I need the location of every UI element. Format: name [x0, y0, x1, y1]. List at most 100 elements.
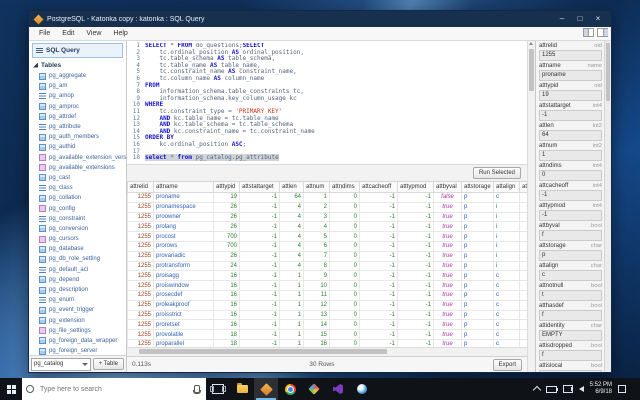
grid-cell[interactable]: true	[519, 280, 527, 291]
grid-cell[interactable]: -1	[239, 289, 280, 301]
postgres-app-button[interactable]	[254, 378, 278, 400]
grid-cell[interactable]: true	[433, 329, 462, 340]
grid-cell[interactable]: 1255	[127, 221, 154, 233]
column-header-attndims[interactable]: attndims	[329, 182, 360, 193]
grid-cell[interactable]: true	[433, 260, 462, 272]
grid-cell[interactable]: -1	[239, 319, 280, 331]
grid-cell[interactable]: 26	[213, 201, 240, 213]
tree-item[interactable]: pg_auth_members	[39, 132, 126, 142]
grid-cell[interactable]: -1	[239, 329, 280, 340]
grid-cell[interactable]: 0	[329, 280, 360, 291]
grid-cell[interactable]: -1	[359, 221, 398, 233]
grid-cell[interactable]: -1	[397, 270, 434, 282]
grid-cell[interactable]: 1255	[127, 270, 154, 282]
grid-cell[interactable]: 4	[279, 260, 304, 272]
grid-cell[interactable]: 1	[279, 319, 304, 331]
grid-cell[interactable]: 10	[303, 280, 330, 291]
grid-cell[interactable]: -1	[397, 250, 434, 262]
grid-cell[interactable]: 24	[213, 260, 240, 272]
grid-cell[interactable]: p	[461, 260, 494, 272]
misc-app-button[interactable]	[350, 378, 374, 400]
menu-item-edit[interactable]: Edit	[56, 30, 80, 37]
tree-item[interactable]: pg_am	[39, 81, 126, 91]
grid-cell[interactable]: -1	[239, 280, 280, 291]
grid-cell[interactable]: 16	[213, 309, 240, 321]
grid-cell[interactable]: proretset	[153, 319, 214, 331]
tree-item[interactable]: pg_event_trigger	[39, 305, 126, 315]
table-row[interactable]: 1255provariadic26-1470-1-1truepitrue	[127, 250, 527, 262]
column-header-atttypmod[interactable]: atttypmod	[397, 182, 434, 193]
tree-item[interactable]: pg_config	[39, 203, 126, 213]
code-line[interactable]: information_schema.key_column_usage kc	[145, 95, 527, 103]
table-row[interactable]: 1255pronamespace26-1420-1-1truepitrue	[127, 201, 527, 213]
table-row[interactable]: 1255proparallel18-11160-1-1truepctrue	[127, 338, 527, 347]
code-line[interactable]: select * from pg_catalog.pg_attribute	[145, 154, 527, 162]
toggle-left-panel-button[interactable]	[583, 28, 594, 37]
maximize-button[interactable]: □	[571, 11, 589, 27]
table-row[interactable]: 1255proowner26-1430-1-1truepitrue	[127, 211, 527, 223]
grid-cell[interactable]: 26	[213, 250, 240, 262]
grid-cell[interactable]: true	[519, 270, 527, 282]
column-header-attbyval[interactable]: attbyval	[433, 182, 462, 193]
grid-cell[interactable]: proleakproof	[153, 299, 214, 311]
grid-cell[interactable]: p	[461, 192, 494, 203]
grid-cell[interactable]: 1255	[127, 329, 154, 340]
grid-cell[interactable]: p	[461, 319, 494, 331]
grid-cell[interactable]: true	[519, 192, 527, 203]
run-selected-button[interactable]: Run Selected	[472, 167, 521, 179]
sidebar-item-sql-query[interactable]: SQL Query	[32, 43, 123, 58]
grid-cell[interactable]: prosecdef	[153, 289, 214, 301]
grid-cell[interactable]: 700	[213, 231, 240, 242]
grid-cell[interactable]: -1	[359, 270, 398, 282]
action-center-icon[interactable]	[618, 385, 626, 393]
tree-item[interactable]: pg_class	[39, 183, 126, 193]
table-row[interactable]: 1255proleakproof16-11120-1-1truepctrue	[127, 299, 527, 311]
grid-cell[interactable]: p	[461, 280, 494, 291]
tree-item[interactable]: pg_attrdef	[39, 112, 126, 122]
grid-cell[interactable]: -1	[397, 289, 434, 301]
grid-cell[interactable]: p	[461, 240, 494, 252]
grid-cell[interactable]: -1	[397, 309, 434, 321]
field-value[interactable]: 64	[539, 130, 602, 141]
grid-cell[interactable]: 26	[213, 211, 240, 223]
grid-cell[interactable]: 5	[303, 231, 330, 242]
grid-cell[interactable]: true	[519, 329, 527, 340]
export-button[interactable]: Export	[492, 358, 522, 371]
grid-cell[interactable]: true	[433, 289, 462, 301]
grid-cell[interactable]: -1	[359, 280, 398, 291]
tree-item[interactable]: pg_constraint	[39, 214, 126, 224]
table-row[interactable]: 1255prolang26-1440-1-1truepitrue	[127, 221, 527, 233]
schema-select[interactable]: pg_catalog	[31, 357, 91, 371]
column-header-attalign[interactable]: attalign	[493, 182, 520, 193]
grid-cell[interactable]: -1	[397, 299, 434, 311]
grid-cell[interactable]: -1	[359, 289, 398, 301]
file-explorer-button[interactable]	[230, 378, 254, 400]
grid-cell[interactable]: 1255	[127, 319, 154, 331]
grid-cell[interactable]: -1	[359, 319, 398, 331]
grid-cell[interactable]: 1255	[127, 240, 154, 252]
taskbar-search[interactable]	[22, 378, 206, 400]
grid-cell[interactable]: 1255	[127, 309, 154, 321]
tree-item[interactable]: pg_db_role_setting	[39, 254, 126, 264]
grid-cell[interactable]: 16	[213, 289, 240, 301]
title-bar[interactable]: PostgreSQL - Katonka copy : katonka : SQ…	[29, 11, 611, 27]
grid-cell[interactable]: p	[461, 270, 494, 282]
grid-cell[interactable]: true	[519, 319, 527, 331]
table-row[interactable]: 1255proretset16-11140-1-1truepctrue	[127, 319, 527, 331]
grid-cell[interactable]: 16	[213, 280, 240, 291]
table-row[interactable]: 1255proisstrict16-11130-1-1truepctrue	[127, 309, 527, 321]
grid-cell[interactable]: 16	[213, 270, 240, 282]
grid-cell[interactable]: 1	[279, 280, 304, 291]
grid-cell[interactable]: true	[519, 221, 527, 233]
grid-cell[interactable]: 0	[329, 231, 360, 242]
field-value[interactable]: proname	[539, 70, 602, 81]
hscroll-thumb[interactable]	[139, 349, 387, 354]
field-value[interactable]: f	[539, 230, 602, 241]
grid-cell[interactable]: 1	[279, 289, 304, 301]
tree-item[interactable]: pg_foreign_data_wrapper	[39, 336, 126, 346]
grid-cell[interactable]: -1	[239, 260, 280, 272]
grid-cell[interactable]: true	[519, 231, 527, 242]
code-line[interactable]: tc.column_name AS column_name	[145, 75, 527, 83]
grid-cell[interactable]: p	[461, 211, 494, 223]
grid-cell[interactable]: 18	[213, 329, 240, 340]
